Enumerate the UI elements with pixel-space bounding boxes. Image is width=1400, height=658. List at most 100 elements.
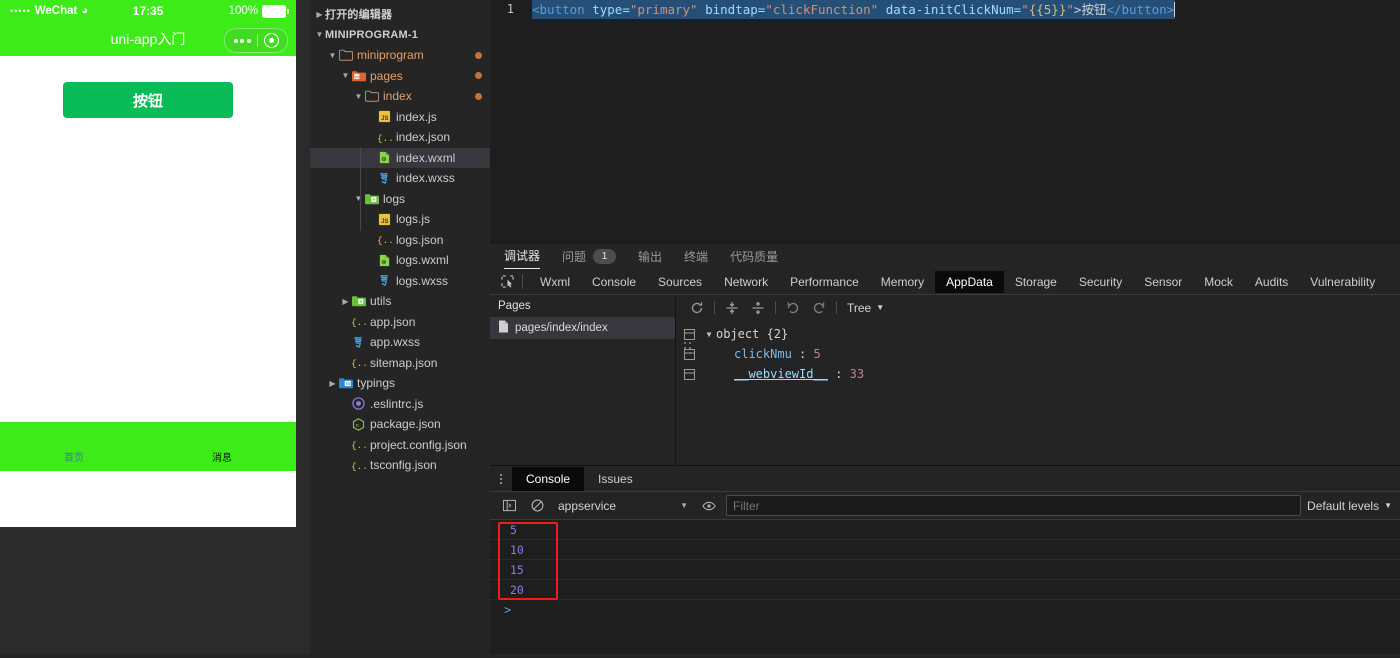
wechat-capsule-button[interactable] bbox=[224, 28, 288, 53]
console-prompt[interactable]: > bbox=[490, 600, 1400, 619]
panel-tab-2[interactable]: 输出 bbox=[638, 248, 662, 269]
expand-all-icon[interactable] bbox=[719, 297, 745, 319]
panel-tab-label: 问题 bbox=[562, 248, 586, 265]
devtools-tab-performance[interactable]: Performance bbox=[779, 271, 870, 293]
folder-icon bbox=[338, 49, 353, 61]
devtools-tab-storage[interactable]: Storage bbox=[1004, 271, 1068, 293]
code-token-attr-bindtap: bindtap= bbox=[698, 2, 766, 17]
console-panel: Console Issues appservice ▼ bbox=[490, 466, 1400, 654]
line-number: 1 bbox=[490, 0, 532, 19]
chevron-down-icon: ▼ bbox=[353, 194, 364, 203]
explorer-item-logs[interactable]: ▼logs bbox=[310, 189, 490, 210]
explorer-item-index-json[interactable]: {..}index.json bbox=[310, 127, 490, 148]
page-list-item[interactable]: pages/index/index bbox=[490, 317, 675, 339]
primary-button[interactable]: 按钮 bbox=[63, 82, 233, 118]
explorer-item-logs-js[interactable]: JSlogs.js bbox=[310, 209, 490, 230]
explorer-item-index[interactable]: ▼index bbox=[310, 86, 490, 107]
devtools-tab-vulnerability[interactable]: Vulnerability bbox=[1299, 271, 1386, 293]
devtools-tab-network[interactable]: Network bbox=[713, 271, 779, 293]
tree-row[interactable]: __webviewId__ : 33 bbox=[676, 364, 1400, 384]
explorer-item-label: .eslintrc.js bbox=[370, 397, 423, 411]
explorer-item-miniprogram[interactable]: ▼miniprogram bbox=[310, 45, 490, 66]
devtools-tab-sources[interactable]: Sources bbox=[647, 271, 713, 293]
drag-handle-icon[interactable] bbox=[684, 342, 692, 354]
chevron-down-icon: ▼ bbox=[340, 71, 351, 80]
devtools-tab-appdata[interactable]: AppData bbox=[935, 271, 1004, 293]
more-options-icon[interactable] bbox=[490, 474, 512, 484]
panel-tab-label: 代码质量 bbox=[730, 248, 778, 265]
devtools-tab-mock[interactable]: Mock bbox=[1193, 271, 1244, 293]
devtools-tab-audits[interactable]: Audits bbox=[1244, 271, 1299, 293]
console-log-value: 15 bbox=[510, 563, 524, 577]
explorer-item--eslintrc-js[interactable]: .eslintrc.js bbox=[310, 394, 490, 415]
view-mode-dropdown[interactable]: Tree ▼ bbox=[847, 301, 884, 315]
explorer-item-project-config-json[interactable]: {..}project.config.json bbox=[310, 435, 490, 456]
folder-icon bbox=[364, 90, 379, 102]
console-filter-input[interactable] bbox=[726, 495, 1301, 516]
console-log-row: 20 bbox=[490, 580, 1400, 600]
tab-messages[interactable]: 消息 bbox=[148, 449, 296, 471]
open-editors-label: 打开的编辑器 bbox=[325, 6, 392, 22]
page-path-label: pages/index/index bbox=[515, 322, 608, 334]
panel-tab-3[interactable]: 终端 bbox=[684, 248, 708, 269]
refresh-icon[interactable] bbox=[684, 297, 710, 319]
explorer-item-app-wxss[interactable]: app.wxss bbox=[310, 332, 490, 353]
devtools-tab-sensor[interactable]: Sensor bbox=[1133, 271, 1193, 293]
explorer-item-logs-wxss[interactable]: logs.wxss bbox=[310, 271, 490, 292]
explorer-section-open-editors[interactable]: ▶ 打开的编辑器 bbox=[310, 4, 490, 25]
explorer-item-sitemap-json[interactable]: {..}sitemap.json bbox=[310, 353, 490, 374]
more-dots-icon[interactable] bbox=[234, 39, 251, 43]
explorer-item-app-json[interactable]: {..}app.json bbox=[310, 312, 490, 333]
explorer-item-label: utils bbox=[370, 294, 391, 308]
devtools-tab-memory[interactable]: Memory bbox=[870, 271, 935, 293]
redo-icon[interactable] bbox=[806, 297, 832, 319]
devtools-tab-console[interactable]: Console bbox=[581, 271, 647, 293]
console-sidebar-icon[interactable] bbox=[498, 496, 520, 516]
devtools-tab-wxml[interactable]: Wxml bbox=[529, 271, 581, 293]
target-circle-icon[interactable] bbox=[264, 33, 279, 48]
panel-tab-4[interactable]: 代码质量 bbox=[730, 248, 778, 269]
tab-issues[interactable]: Issues bbox=[584, 467, 647, 491]
explorer-item-logs-wxml[interactable]: logs.wxml bbox=[310, 250, 490, 271]
file-explorer: ▶ 打开的编辑器 ▼ MINIPROGRAM-1 ▼miniprogram▼wx… bbox=[310, 0, 490, 658]
code-token-attr-dataset: data-initClickNum= bbox=[878, 2, 1021, 17]
panel-tab-1[interactable]: 问题1 bbox=[562, 248, 616, 269]
tree-colon: : bbox=[828, 367, 850, 381]
devtools-tab-security[interactable]: Security bbox=[1068, 271, 1133, 293]
chevron-down-icon: ▼ bbox=[353, 92, 364, 101]
code-token-tag-open: <button bbox=[532, 2, 585, 17]
explorer-item-typings[interactable]: ▶TStypings bbox=[310, 373, 490, 394]
collapse-all-icon[interactable] bbox=[745, 297, 771, 319]
chevron-right-icon: ▶ bbox=[340, 297, 351, 306]
explorer-item-index-js[interactable]: JSindex.js bbox=[310, 107, 490, 128]
folder-green-icon bbox=[351, 295, 366, 307]
carrier-label: WeChat bbox=[35, 5, 78, 17]
tab-home[interactable]: 首页 bbox=[0, 449, 148, 471]
chevron-down-icon[interactable]: ▼ bbox=[702, 330, 716, 339]
console-levels-dropdown[interactable]: Default levels ▼ bbox=[1307, 499, 1392, 513]
js-icon: JS bbox=[377, 110, 392, 123]
clear-console-icon[interactable] bbox=[526, 496, 548, 516]
console-tab-strip: Console Issues bbox=[490, 466, 1400, 492]
chevron-down-icon: ▼ bbox=[314, 30, 325, 39]
explorer-item-index-wxss[interactable]: index.wxss bbox=[310, 168, 490, 189]
code-editor[interactable]: 1 <button type="primary" bindtap="clickF… bbox=[490, 0, 1400, 243]
explorer-item-logs-json[interactable]: {..}logs.json bbox=[310, 230, 490, 251]
console-context-dropdown[interactable]: appservice ▼ bbox=[554, 499, 692, 513]
code-content[interactable]: <button type="primary" bindtap="clickFun… bbox=[532, 0, 1175, 19]
tree-root-node[interactable]: ▼ object {2} bbox=[676, 324, 1400, 344]
tree-colon: : bbox=[792, 347, 814, 361]
explorer-item-tsconfig-json[interactable]: {..}tsconfig.json bbox=[310, 455, 490, 476]
toolbar-divider bbox=[836, 301, 837, 314]
tree-row[interactable]: clickNmu : 5 bbox=[676, 344, 1400, 364]
panel-tab-0[interactable]: 调试器 bbox=[504, 247, 540, 269]
undo-icon[interactable] bbox=[780, 297, 806, 319]
live-expression-icon[interactable] bbox=[698, 496, 720, 516]
explorer-item-package-json[interactable]: npackage.json bbox=[310, 414, 490, 435]
explorer-item-index-wxml[interactable]: index.wxml bbox=[310, 148, 490, 169]
inspect-element-icon[interactable] bbox=[494, 275, 520, 288]
explorer-item-utils[interactable]: ▶ utils bbox=[310, 291, 490, 312]
explorer-section-project[interactable]: ▼ MINIPROGRAM-1 bbox=[310, 25, 490, 46]
tab-console[interactable]: Console bbox=[512, 467, 584, 491]
explorer-item-pages[interactable]: ▼wxpages bbox=[310, 66, 490, 87]
